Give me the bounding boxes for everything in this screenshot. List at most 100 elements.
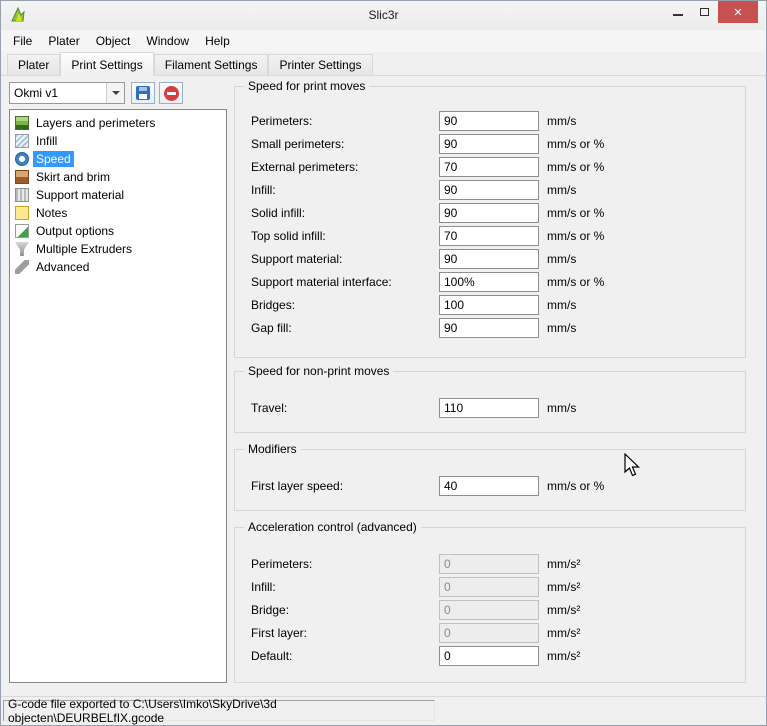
menu-bar: File Plater Object Window Help bbox=[1, 30, 766, 52]
bridges-speed-input[interactable] bbox=[439, 295, 539, 315]
setting-row: Bridge: mm/s² bbox=[235, 598, 745, 621]
sidebar-item-multiple-extruders[interactable]: Multiple Extruders bbox=[12, 240, 224, 258]
sidebar-item-advanced[interactable]: Advanced bbox=[12, 258, 224, 276]
tab-filament-settings[interactable]: Filament Settings bbox=[154, 54, 269, 75]
tab-plater[interactable]: Plater bbox=[7, 54, 60, 75]
sidebar-item-speed[interactable]: Speed bbox=[12, 150, 224, 168]
status-message: G-code file exported to C:\Users\Imko\Sk… bbox=[3, 700, 435, 721]
group-title: Speed for print moves bbox=[244, 79, 369, 94]
default-acceleration-input[interactable] bbox=[439, 646, 539, 666]
group-acceleration-control: Acceleration control (advanced) Perimete… bbox=[234, 527, 746, 683]
first-layer-speed-input[interactable] bbox=[439, 476, 539, 496]
group-speed-nonprint-moves: Speed for non-print moves Travel: mm/s bbox=[234, 371, 746, 433]
group-title: Modifiers bbox=[244, 442, 301, 457]
preset-dropdown[interactable]: Okmi v1 bbox=[9, 82, 125, 104]
sidebar-item-label: Multiple Extruders bbox=[33, 241, 135, 257]
sidebar-item-label: Notes bbox=[33, 205, 70, 221]
menu-window[interactable]: Window bbox=[138, 31, 197, 51]
setting-label: Small perimeters: bbox=[251, 137, 439, 151]
unit-label: mm/s or % bbox=[547, 479, 604, 493]
group-title: Speed for non-print moves bbox=[244, 364, 393, 379]
unit-label: mm/s² bbox=[547, 557, 580, 571]
tab-printer-settings[interactable]: Printer Settings bbox=[268, 54, 372, 75]
infill-acceleration-input bbox=[439, 577, 539, 597]
menu-object[interactable]: Object bbox=[88, 31, 139, 51]
unit-label: mm/s² bbox=[547, 580, 580, 594]
setting-label: External perimeters: bbox=[251, 160, 439, 174]
advanced-icon bbox=[15, 260, 29, 274]
unit-label: mm/s or % bbox=[547, 206, 604, 220]
support-material-interface-speed-input[interactable] bbox=[439, 272, 539, 292]
save-icon bbox=[136, 86, 150, 100]
first-layer-acceleration-input bbox=[439, 623, 539, 643]
chevron-down-icon bbox=[112, 91, 120, 95]
unit-label: mm/s bbox=[547, 321, 576, 335]
title-bar[interactable]: Slic3r × bbox=[1, 1, 766, 30]
setting-row: Infill: mm/s bbox=[235, 178, 745, 201]
unit-label: mm/s² bbox=[547, 649, 580, 663]
unit-label: mm/s bbox=[547, 401, 576, 415]
solid-infill-speed-input[interactable] bbox=[439, 203, 539, 223]
sidebar-item-layers-and-perimeters[interactable]: Layers and perimeters bbox=[12, 114, 224, 132]
sidebar-item-label: Skirt and brim bbox=[33, 169, 113, 185]
group-modifiers: Modifiers First layer speed: mm/s or % bbox=[234, 449, 746, 511]
top-solid-infill-speed-input[interactable] bbox=[439, 226, 539, 246]
infill-icon bbox=[15, 134, 29, 148]
setting-row: Solid infill: mm/s or % bbox=[235, 201, 745, 224]
perimeters-acceleration-input bbox=[439, 554, 539, 574]
sidebar-item-support-material[interactable]: Support material bbox=[12, 186, 224, 204]
setting-row: Support material: mm/s bbox=[235, 247, 745, 270]
setting-label: Default: bbox=[251, 649, 439, 663]
external-perimeters-speed-input[interactable] bbox=[439, 157, 539, 177]
window-title: Slic3r bbox=[1, 8, 766, 22]
setting-label: Travel: bbox=[251, 401, 439, 415]
unit-label: mm/s bbox=[547, 252, 576, 266]
notes-icon bbox=[15, 206, 29, 220]
sidebar-item-infill[interactable]: Infill bbox=[12, 132, 224, 150]
support-material-speed-input[interactable] bbox=[439, 249, 539, 269]
unit-label: mm/s or % bbox=[547, 275, 604, 289]
output-icon bbox=[15, 224, 29, 238]
small-perimeters-speed-input[interactable] bbox=[439, 134, 539, 154]
sidebar-item-label: Advanced bbox=[33, 259, 92, 275]
minimize-button[interactable] bbox=[664, 1, 691, 23]
infill-speed-input[interactable] bbox=[439, 180, 539, 200]
travel-speed-input[interactable] bbox=[439, 398, 539, 418]
save-preset-button[interactable] bbox=[131, 82, 155, 104]
setting-row: Default: mm/s² bbox=[235, 644, 745, 667]
slic3r-window: Slic3r × File Plater Object Window Help … bbox=[0, 0, 767, 726]
gap-fill-speed-input[interactable] bbox=[439, 318, 539, 338]
tab-print-settings[interactable]: Print Settings bbox=[60, 52, 153, 76]
setting-label: Infill: bbox=[251, 580, 439, 594]
skirt-icon bbox=[15, 170, 29, 184]
delete-preset-button[interactable] bbox=[159, 82, 183, 104]
maximize-button[interactable] bbox=[691, 1, 718, 23]
preset-selected-value: Okmi v1 bbox=[10, 86, 106, 100]
menu-file[interactable]: File bbox=[5, 31, 40, 51]
close-icon: × bbox=[734, 4, 743, 21]
setting-label: Perimeters: bbox=[251, 114, 439, 128]
setting-label: First layer: bbox=[251, 626, 439, 640]
setting-label: Perimeters: bbox=[251, 557, 439, 571]
sidebar-item-skirt-and-brim[interactable]: Skirt and brim bbox=[12, 168, 224, 186]
sidebar-item-output-options[interactable]: Output options bbox=[12, 222, 224, 240]
status-bar: G-code file exported to C:\Users\Imko\Sk… bbox=[1, 696, 766, 725]
delete-icon bbox=[164, 86, 179, 101]
perimeters-speed-input[interactable] bbox=[439, 111, 539, 131]
menu-plater[interactable]: Plater bbox=[40, 31, 87, 51]
unit-label: mm/s or % bbox=[547, 160, 604, 174]
speed-icon bbox=[15, 152, 29, 166]
menu-help[interactable]: Help bbox=[197, 31, 238, 51]
close-button[interactable]: × bbox=[718, 1, 758, 23]
setting-label: Solid infill: bbox=[251, 206, 439, 220]
maximize-icon bbox=[700, 8, 709, 16]
setting-row: Gap fill: mm/s bbox=[235, 316, 745, 339]
setting-label: Bridges: bbox=[251, 298, 439, 312]
sidebar-item-notes[interactable]: Notes bbox=[12, 204, 224, 222]
setting-row: Infill: mm/s² bbox=[235, 575, 745, 598]
tab-bar: Plater Print Settings Filament Settings … bbox=[1, 52, 766, 76]
sidebar-item-label: Support material bbox=[33, 187, 127, 203]
setting-row: Perimeters: mm/s bbox=[235, 109, 745, 132]
support-icon bbox=[15, 188, 29, 202]
dropdown-arrow-button[interactable] bbox=[106, 83, 124, 103]
